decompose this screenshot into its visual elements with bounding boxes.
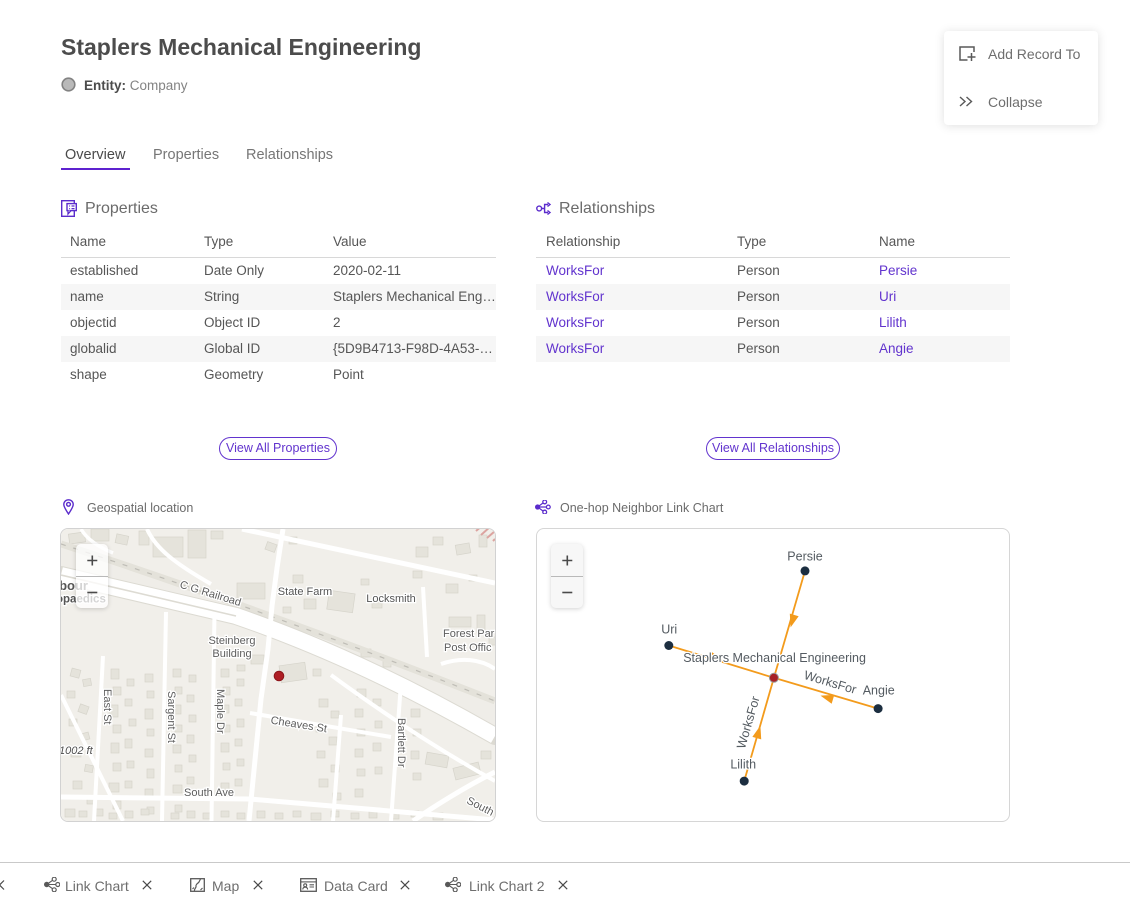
- svg-text:Maple Dr: Maple Dr: [214, 689, 226, 734]
- svg-text:Bartlett Dr: Bartlett Dr: [395, 718, 407, 768]
- svg-text:WorksFor: WorksFor: [802, 668, 858, 697]
- svg-text:Steinberg: Steinberg: [208, 635, 255, 647]
- svg-text:State Farm: State Farm: [278, 586, 332, 598]
- svg-text:East St: East St: [101, 689, 113, 724]
- svg-text:South Ave: South Ave: [184, 787, 234, 799]
- svg-text:Locksmith: Locksmith: [366, 593, 416, 605]
- svg-text:Uri: Uri: [661, 623, 677, 637]
- svg-text:WorksFor: WorksFor: [734, 695, 762, 751]
- svg-text:Building: Building: [212, 648, 251, 660]
- svg-text:Angie: Angie: [863, 684, 895, 698]
- svg-text:Sargent St: Sargent St: [165, 691, 177, 743]
- svg-text:Forest Par: Forest Par: [443, 628, 495, 640]
- svg-text:Post Offic: Post Offic: [444, 642, 492, 654]
- svg-text:1002 ft: 1002 ft: [61, 745, 94, 757]
- svg-text:Staplers Mechanical Engineerin: Staplers Mechanical Engineering: [683, 651, 866, 665]
- svg-text:Lilith: Lilith: [730, 758, 756, 772]
- svg-text:Persie: Persie: [787, 550, 822, 564]
